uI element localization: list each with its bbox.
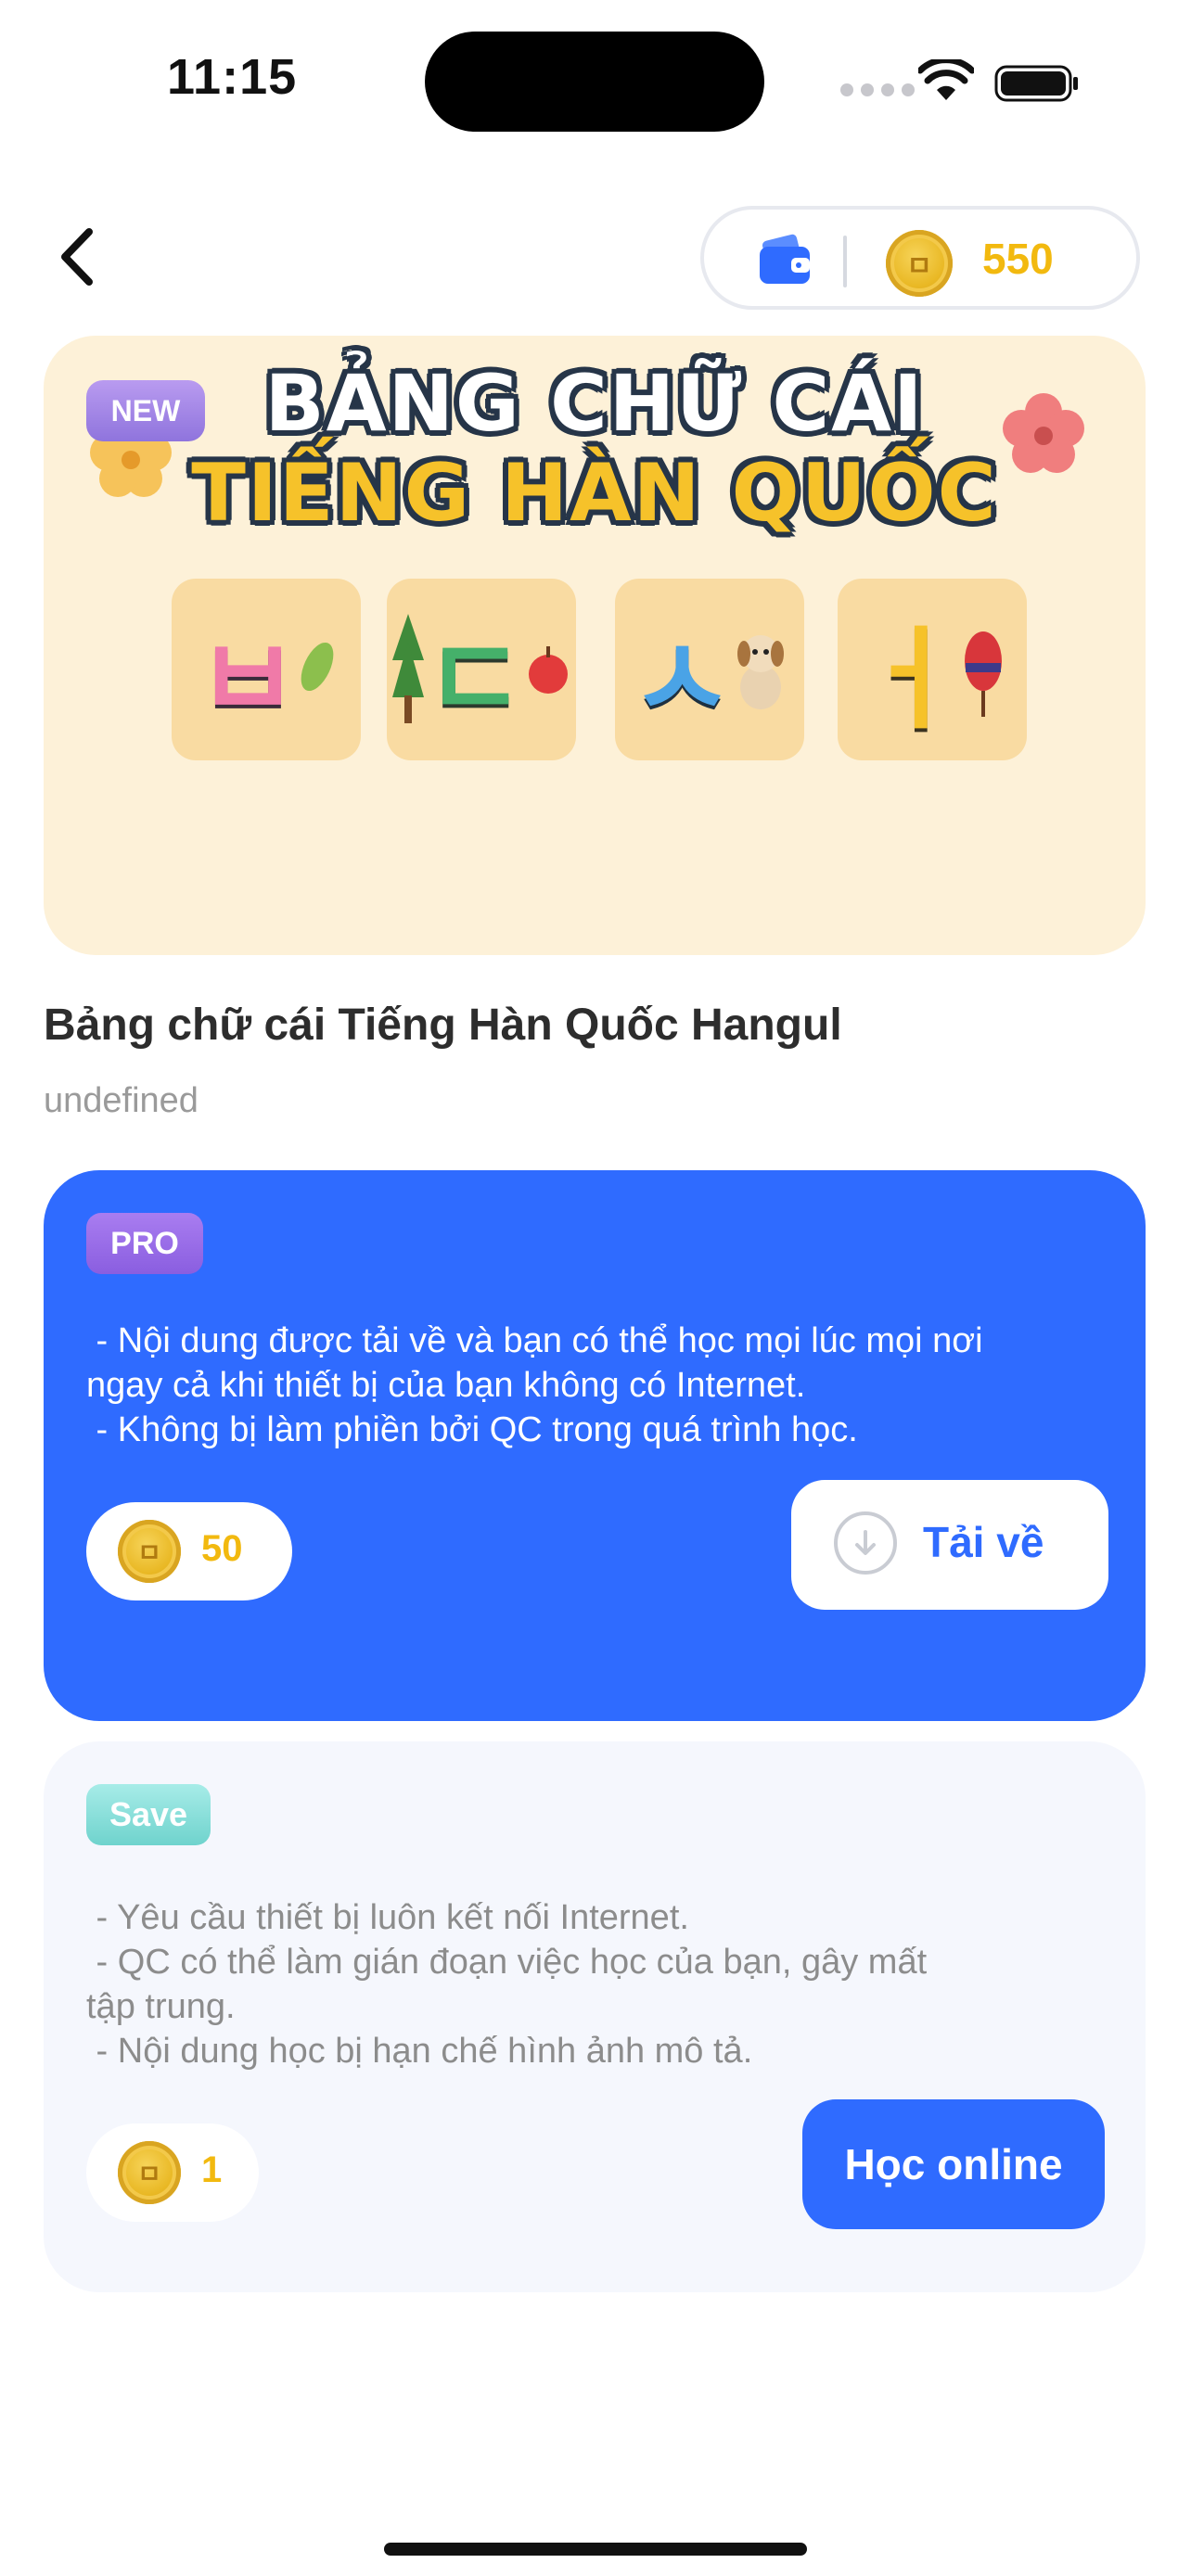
banner-title-line1: BẢNG CHỮ CÁI (264, 358, 925, 449)
download-button[interactable]: Tải về (791, 1480, 1108, 1610)
letter-tile: ㅂ (172, 579, 361, 760)
download-label: Tải về (923, 1518, 1044, 1566)
home-indicator[interactable] (384, 2543, 807, 2556)
save-description: - Yêu cầu thiết bị luôn kết nối Internet… (86, 1898, 928, 2071)
download-icon (834, 1511, 897, 1575)
tree-icon (391, 614, 424, 723)
status-time: 11:15 (167, 49, 298, 105)
divider (843, 236, 847, 287)
wallet-balance[interactable]: ㅁ 550 (700, 206, 1140, 310)
tile-letter: ㅂ (196, 618, 300, 742)
puppy-icon (737, 635, 785, 709)
dynamic-island (425, 32, 764, 132)
pro-option-card: PRO - Nội dung được tải về và bạn có thể… (44, 1170, 1146, 1721)
coin-icon: ㅁ (118, 2141, 181, 2204)
banner-title-line2: TIẾNG HÀN QUỐC (191, 447, 998, 540)
pro-description: - Nội dung được tải về và bạn có thể học… (86, 1321, 983, 1449)
coin-balance: 550 (982, 235, 1054, 283)
tile-letter: ㄷ (423, 618, 527, 742)
cellular-signal-icon (840, 83, 915, 96)
leaf-icon (301, 642, 334, 692)
back-button[interactable] (50, 224, 102, 289)
tile-letter: ㅓ (859, 618, 963, 742)
save-price-value: 1 (201, 2149, 223, 2190)
wifi-icon (918, 59, 974, 100)
chevron-left-icon (61, 228, 93, 286)
save-price: ㅁ 1 (86, 2123, 259, 2222)
letter-tile: ㄷ (387, 579, 576, 760)
pro-price-value: 50 (201, 1528, 243, 1569)
pro-price: ㅁ 50 (86, 1502, 292, 1600)
coin-icon: ㅁ (118, 1520, 181, 1583)
course-title: Bảng chữ cái Tiếng Hàn Quốc Hangul (44, 1001, 842, 1050)
apple-icon (529, 646, 569, 694)
save-badge: Save (86, 1784, 211, 1845)
letter-tile: ㅓ (838, 579, 1027, 760)
learn-online-button[interactable]: Học online (802, 2099, 1105, 2229)
wallet-icon (760, 234, 810, 284)
course-banner: NEW BẢNG CHỮ CÁI TIẾNG HÀN QUỐC ㅂ ㄷ ㅅ ㅓ (44, 336, 1146, 955)
save-option-card: Save - Yêu cầu thiết bị luôn kết nối Int… (44, 1741, 1146, 2292)
tile-letter: ㅅ (630, 618, 734, 742)
coin-icon: ㅁ (886, 230, 953, 297)
battery-icon (994, 65, 1078, 102)
letter-tile: ㅅ (615, 579, 804, 760)
lantern-icon (965, 631, 1003, 717)
pro-badge: PRO (86, 1213, 203, 1274)
course-subtitle: undefined (44, 1081, 198, 1120)
